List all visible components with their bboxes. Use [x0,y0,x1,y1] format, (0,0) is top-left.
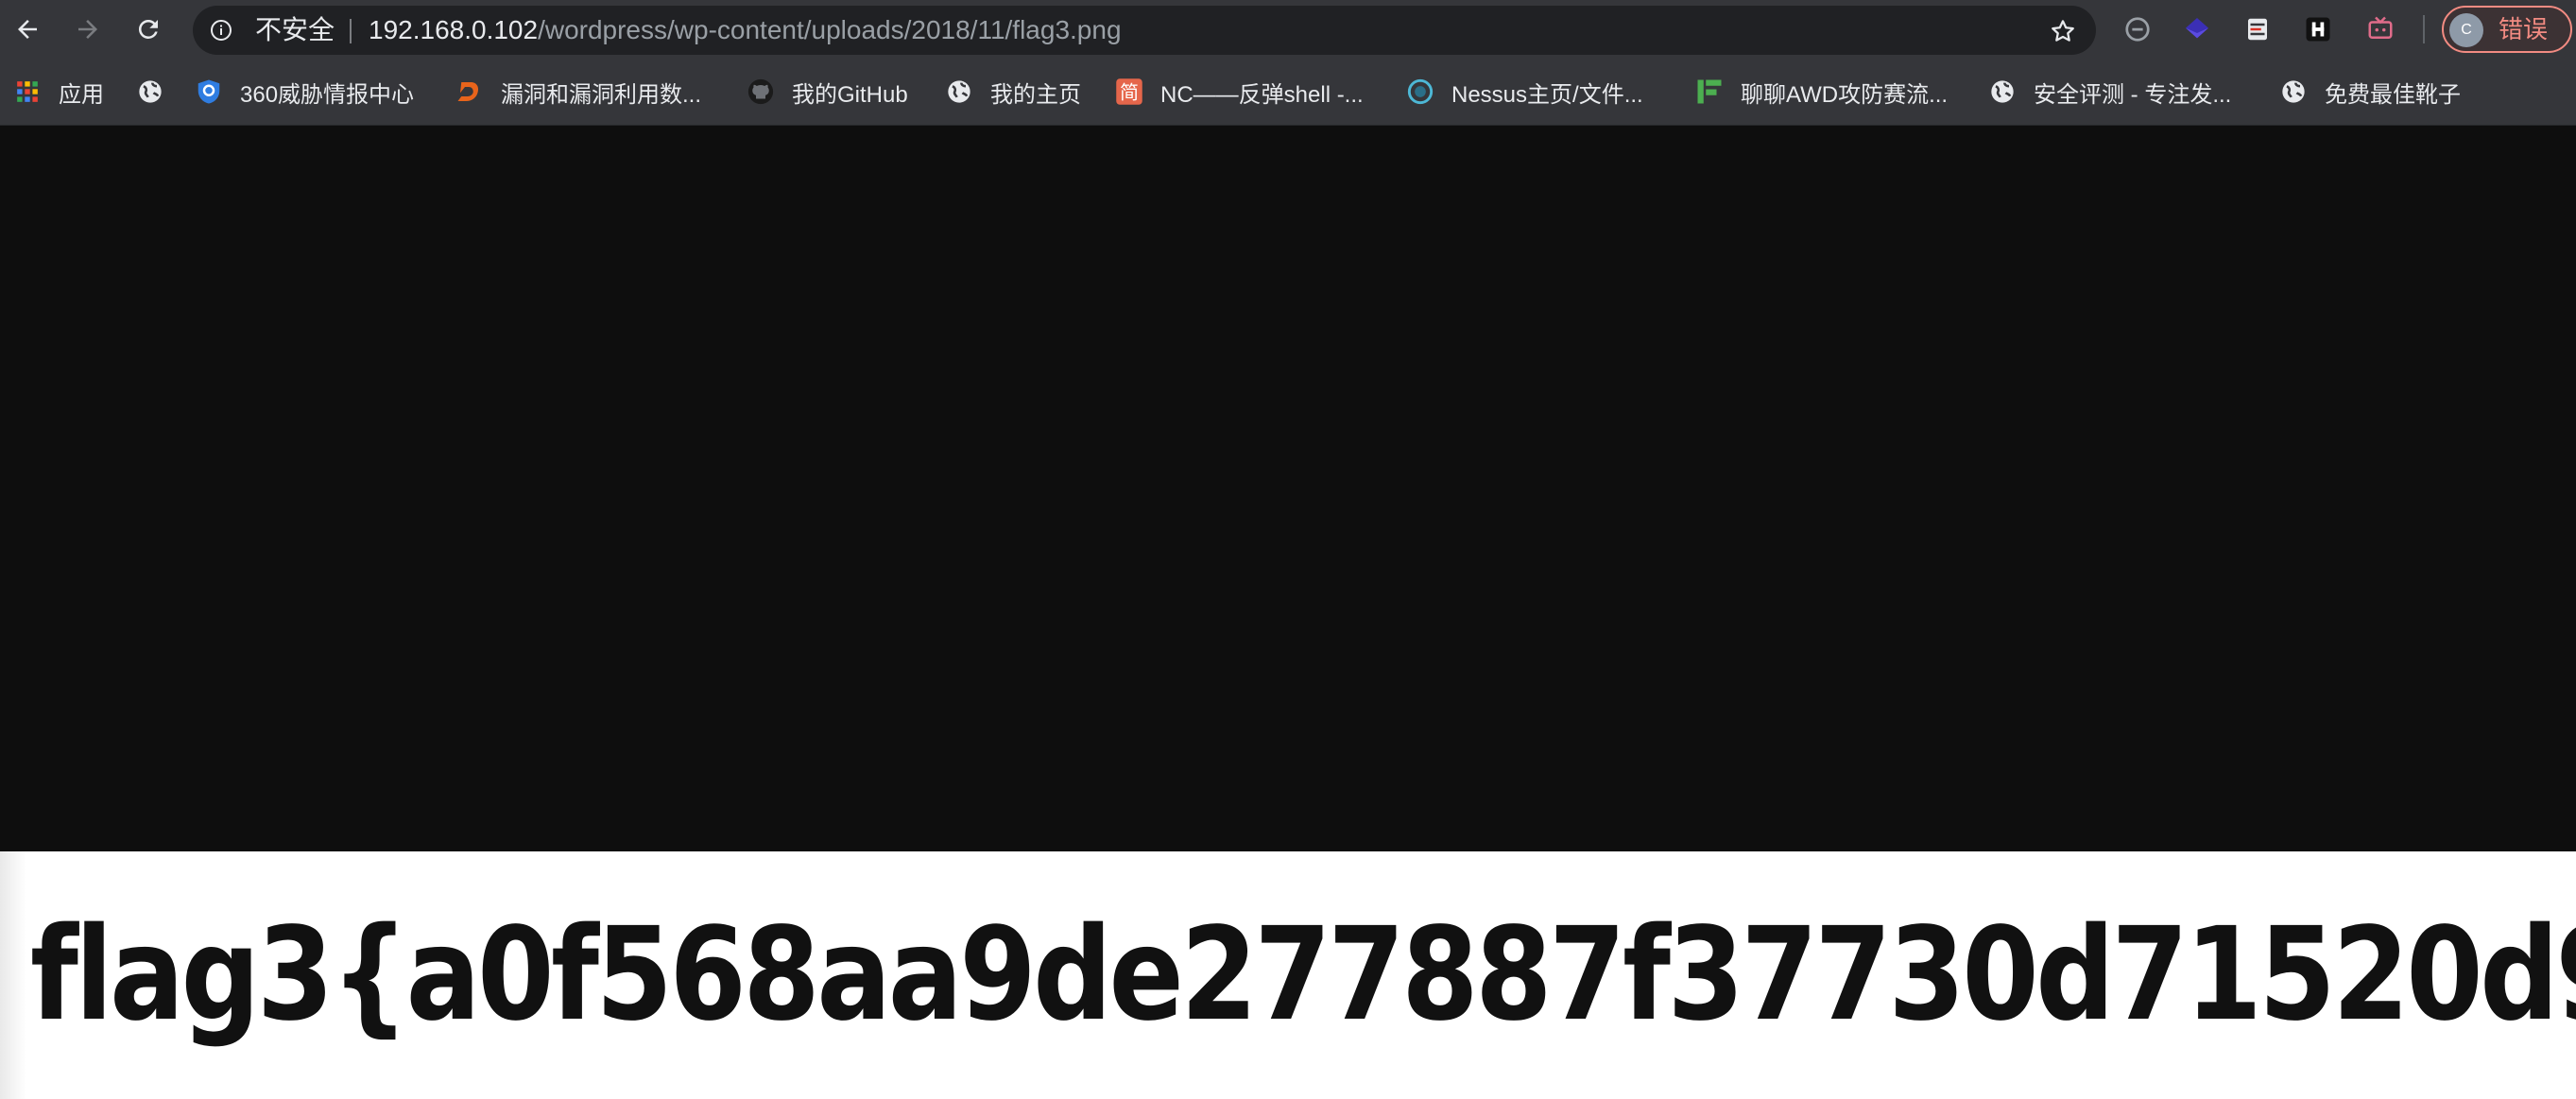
globe-icon [2279,77,2308,106]
bookmark-item-homepage[interactable]: 我的主页 [945,59,1081,125]
minus-circle-icon [2125,17,2150,42]
bookmark-label: NC——反弹shell -... [1160,81,1364,108]
bookmark-item-globe[interactable] [136,59,181,125]
globe-icon [1988,77,2017,106]
extension-button-4[interactable] [2302,13,2334,45]
url-path: /wordpress/wp-content/uploads/2018/11/fl… [538,15,1122,44]
apps-grid-icon [13,77,42,106]
svg-text:简: 简 [1120,81,1139,104]
extension-button-1[interactable] [2121,13,2154,45]
bookmark-apps[interactable]: 应用 [13,59,104,125]
bookmark-label: 安全评测 - 专注发... [2034,81,2232,108]
bookmark-label: Nessus主页/文件... [1451,81,1643,108]
info-icon[interactable] [210,19,232,42]
shield-icon [195,77,223,106]
github-icon [747,77,775,106]
back-button[interactable] [4,6,51,53]
extension-button-3[interactable] [2241,13,2274,45]
omnibox-divider [350,19,352,43]
bookmark-label: 免费最佳靴子 [2325,81,2461,108]
bookmark-label: 应用 [59,81,104,108]
url-text[interactable]: 192.168.0.102/wordpress/wp-content/uploa… [369,6,1122,55]
bookmark-label: 聊聊AWD攻防赛流... [1741,81,1949,108]
d-logo-icon [455,77,484,106]
bookmark-item-security-review[interactable]: 安全评测 - 专注发... [1988,59,2231,125]
profile-status-label: 错误 [2499,15,2549,43]
page-viewport: flag3{a0f568aa9de277887f37730d71520d9b} [0,126,2576,1099]
address-bar[interactable]: 不安全 192.168.0.102/wordpress/wp-content/u… [193,6,2096,55]
reload-icon [138,19,158,39]
bookmark-item-nessus[interactable]: Nessus主页/文件... [1406,59,1643,125]
globe-icon [136,77,164,106]
extension-button-2[interactable] [2181,13,2213,45]
toolbar-divider [2423,15,2425,43]
bookmark-label: 我的GitHub [792,81,908,108]
extension-button-5[interactable] [2364,13,2396,45]
bookmark-item-360[interactable]: 360威胁情报中心 [195,59,414,125]
arrow-left-icon [18,20,37,39]
diamond-icon [2186,18,2208,39]
bookmark-label: 漏洞和漏洞利用数... [501,81,702,108]
profile-error-button[interactable]: C 错误 [2442,6,2572,53]
jian-icon: 简 [1115,77,1143,106]
bookmark-item-awd[interactable]: 聊聊AWD攻防赛流... [1695,59,1948,125]
bookmarks-bar: 应用 360威胁情报中心 漏洞和漏洞利用数... 我的GitHub 我的主页 简 [0,59,2576,126]
reload-button[interactable] [125,6,172,53]
bars-icon [1695,77,1724,106]
bookmark-label: 360威胁情报中心 [240,81,415,108]
bookmark-item-exploit-db[interactable]: 漏洞和漏洞利用数... [455,59,701,125]
tv-icon [2368,16,2393,39]
h-badge-icon [2306,17,2330,42]
forward-button[interactable] [64,6,112,53]
bookmark-item-github[interactable]: 我的GitHub [747,59,908,125]
url-host: 192.168.0.102 [369,15,539,44]
globe-icon [945,77,973,106]
flag-text: flag3{a0f568aa9de277887f37730d71520d9b} [30,901,2576,1050]
nessus-icon [1406,77,1434,106]
bookmark-item-nc-shell[interactable]: 简 NC——反弹shell -... [1115,59,1364,125]
flag-image: flag3{a0f568aa9de277887f37730d71520d9b} [0,851,2576,1099]
arrow-right-icon [78,20,97,39]
bookmark-label: 我的主页 [990,81,1081,108]
bookmark-item-boots[interactable]: 免费最佳靴子 [2279,59,2461,125]
security-status-label[interactable]: 不安全 [255,6,335,55]
star-icon[interactable] [2049,17,2077,45]
avatar: C [2449,13,2483,47]
browser-toolbar: 不安全 192.168.0.102/wordpress/wp-content/u… [0,0,2576,59]
document-icon [2248,18,2267,41]
